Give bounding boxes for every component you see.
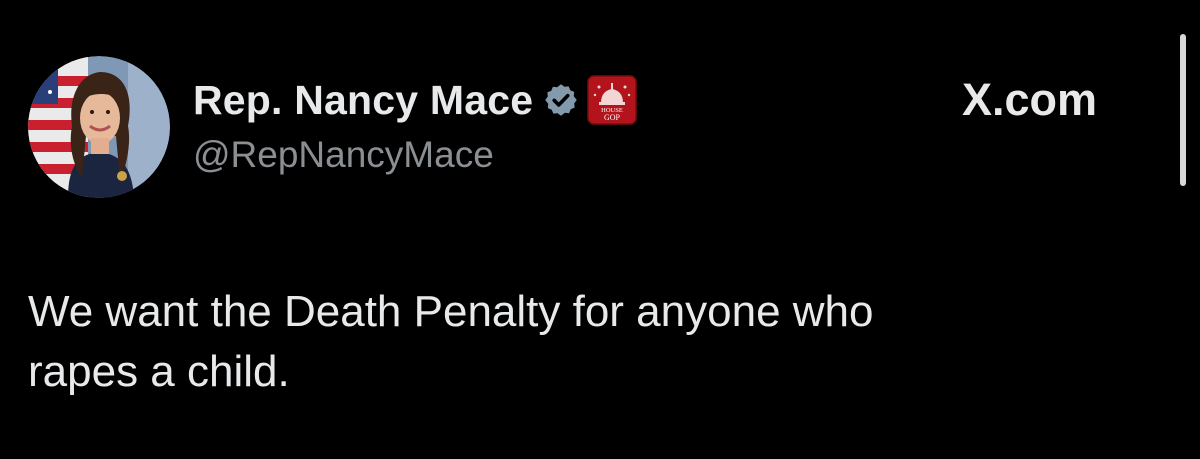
avatar[interactable] [28,56,170,198]
house-gop-badge-icon[interactable]: HOUSE GOP [587,75,637,125]
post-text-line: rapes a child. [28,347,290,396]
author-name[interactable]: Rep. Nancy Mace [193,77,533,124]
author-name-row: Rep. Nancy Mace HOUSE GOP [193,70,637,130]
post-text: We want the Death Penalty for anyone who… [28,282,1128,402]
brand-label: X.com [962,70,1097,130]
post-card: Rep. Nancy Mace HOUSE GOP @RepNancyMace [0,0,1200,459]
author-handle[interactable]: @RepNancyMace [193,134,494,176]
verified-badge-icon[interactable] [543,82,579,118]
post-text-line: We want the Death Penalty for anyone who [28,287,874,336]
svg-text:GOP: GOP [604,113,621,122]
brand-text: X.com [962,74,1098,125]
scrollbar[interactable] [1180,34,1186,186]
